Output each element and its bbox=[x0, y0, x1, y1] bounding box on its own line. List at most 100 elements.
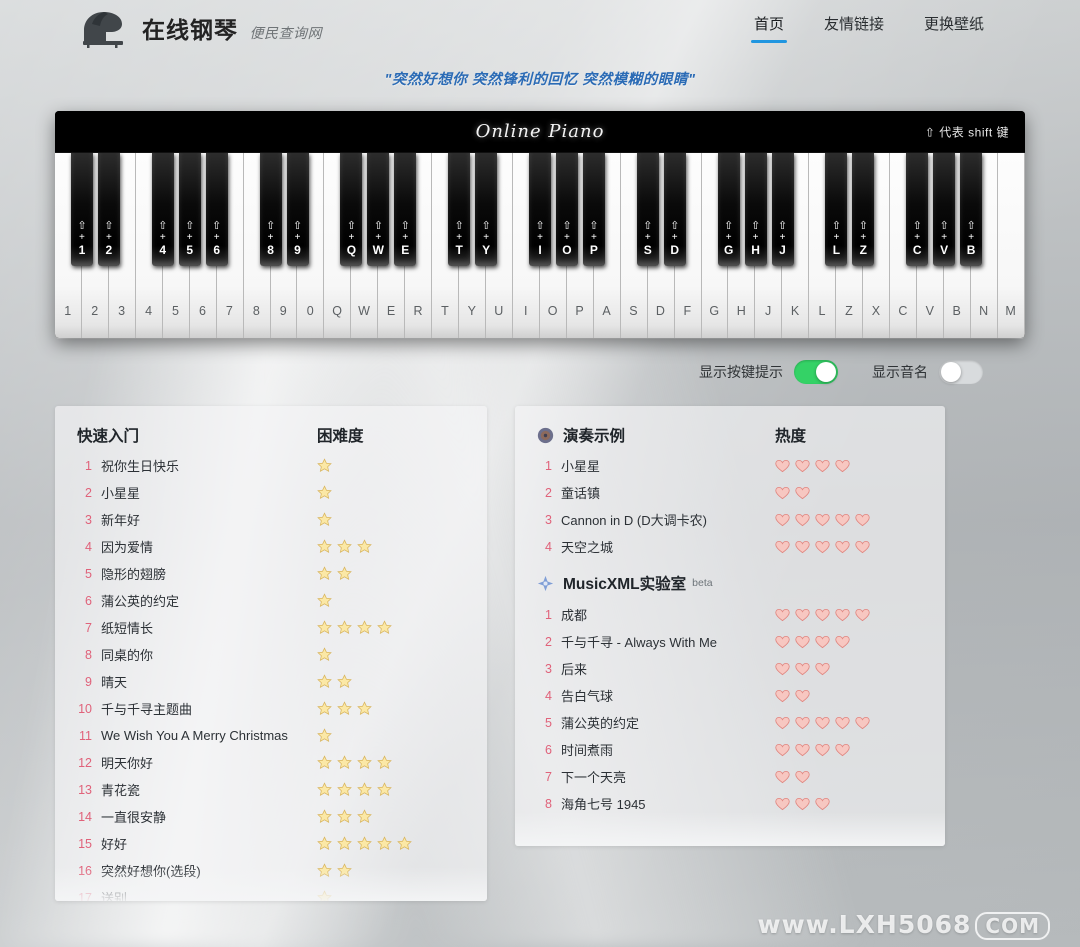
list-item-title[interactable]: 海角七号 1945 bbox=[561, 794, 646, 813]
list-item[interactable]: 12明天你好 bbox=[77, 749, 465, 776]
black-key-5[interactable]: ⇧+5 bbox=[179, 153, 201, 266]
toggle-note-names[interactable] bbox=[939, 360, 983, 384]
shift-arrow-icon: ⇧ bbox=[185, 221, 194, 232]
list-item-title[interactable]: 蒲公英的约定 bbox=[101, 591, 179, 610]
list-item[interactable]: 8同桌的你 bbox=[77, 641, 465, 668]
piano-keys[interactable]: 1234567890QWERTYUIOPASDFGHJKLZXCVBNM⇧+1⇧… bbox=[55, 153, 1025, 338]
list-item-title[interactable]: 明天你好 bbox=[101, 753, 153, 772]
list-item-title[interactable]: 小星星 bbox=[561, 456, 600, 475]
list-item[interactable]: 14一直很安静 bbox=[77, 803, 465, 830]
list-item[interactable]: 10千与千寻主题曲 bbox=[77, 695, 465, 722]
black-key-O[interactable]: ⇧+O bbox=[556, 153, 578, 266]
black-key-Q[interactable]: ⇧+Q bbox=[340, 153, 362, 266]
list-item[interactable]: 17送别 bbox=[77, 884, 465, 901]
black-key-E[interactable]: ⇧+E bbox=[394, 153, 416, 266]
list-item-title[interactable]: 同桌的你 bbox=[101, 645, 153, 664]
list-item[interactable]: 13青花瓷 bbox=[77, 776, 465, 803]
black-key-C[interactable]: ⇧+C bbox=[906, 153, 928, 266]
list-item[interactable]: 15好好 bbox=[77, 830, 465, 857]
list-item-title[interactable]: 成都 bbox=[561, 605, 587, 624]
nav-item-wallpaper[interactable]: 更换壁纸 bbox=[924, 13, 984, 43]
list-item[interactable]: 3Cannon in D (D大调卡农) bbox=[537, 506, 923, 533]
list-item[interactable]: 1成都 bbox=[537, 601, 923, 628]
white-key-M[interactable]: M bbox=[998, 153, 1025, 338]
piano-widget[interactable]: Online Piano ⇧ 代表 shift 键 1234567890QWER… bbox=[55, 111, 1025, 338]
list-item-title[interactable]: 晴天 bbox=[101, 672, 127, 691]
list-item-title[interactable]: 后来 bbox=[561, 659, 587, 678]
list-item[interactable]: 1祝你生日快乐 bbox=[77, 452, 465, 479]
list-item[interactable]: 4告白气球 bbox=[537, 682, 923, 709]
list-item[interactable]: 11We Wish You A Merry Christmas bbox=[77, 722, 465, 749]
list-item-title[interactable]: 一直很安静 bbox=[101, 807, 166, 826]
black-key-V[interactable]: ⇧+V bbox=[933, 153, 955, 266]
list-item[interactable]: 1小星星 bbox=[537, 452, 923, 479]
black-key-9[interactable]: ⇧+9 bbox=[287, 153, 309, 266]
heart-icon bbox=[775, 743, 790, 757]
list-item[interactable]: 3后来 bbox=[537, 655, 923, 682]
list-item-title[interactable]: 送别 bbox=[101, 888, 127, 901]
nav-item-links[interactable]: 友情链接 bbox=[824, 13, 884, 43]
list-item[interactable]: 5隐形的翅膀 bbox=[77, 560, 465, 587]
heart-icon bbox=[855, 513, 870, 527]
list-item-title[interactable]: 好好 bbox=[101, 834, 127, 853]
black-key-Z[interactable]: ⇧+Z bbox=[852, 153, 874, 266]
black-key-1[interactable]: ⇧+1 bbox=[71, 153, 93, 266]
quick-start-title: 快速入门 bbox=[77, 424, 139, 446]
list-item-title[interactable]: Cannon in D (D大调卡农) bbox=[561, 510, 707, 529]
list-item-title[interactable]: 隐形的翅膀 bbox=[101, 564, 166, 583]
brand-block[interactable]: 在线钢琴 便民查询网 bbox=[26, 8, 322, 48]
list-item[interactable]: 4天空之城 bbox=[537, 533, 923, 560]
list-item-title[interactable]: 告白气球 bbox=[561, 686, 613, 705]
black-key-S[interactable]: ⇧+S bbox=[637, 153, 659, 266]
black-key-P[interactable]: ⇧+P bbox=[583, 153, 605, 266]
list-item-title[interactable]: 因为爱情 bbox=[101, 537, 153, 556]
list-item[interactable]: 16突然好想你(选段) bbox=[77, 857, 465, 884]
heart-icon bbox=[775, 486, 790, 500]
list-item[interactable]: 5蒲公英的约定 bbox=[537, 709, 923, 736]
list-item-title[interactable]: 新年好 bbox=[101, 510, 140, 529]
black-key-L[interactable]: ⇧+L bbox=[825, 153, 847, 266]
black-key-D[interactable]: ⇧+D bbox=[664, 153, 686, 266]
difficulty-rating bbox=[317, 485, 465, 500]
list-item[interactable]: 6时间煮雨 bbox=[537, 736, 923, 763]
list-item-title[interactable]: 下一个天亮 bbox=[561, 767, 626, 786]
list-item[interactable]: 3新年好 bbox=[77, 506, 465, 533]
list-item-title[interactable]: We Wish You A Merry Christmas bbox=[101, 728, 288, 743]
black-key-H[interactable]: ⇧+H bbox=[745, 153, 767, 266]
list-item-title[interactable]: 纸短情长 bbox=[101, 618, 153, 637]
list-item[interactable]: 8海角七号 1945 bbox=[537, 790, 923, 817]
black-key-8[interactable]: ⇧+8 bbox=[260, 153, 282, 266]
black-key-6[interactable]: ⇧+6 bbox=[206, 153, 228, 266]
list-item[interactable]: 6蒲公英的约定 bbox=[77, 587, 465, 614]
black-key-W[interactable]: ⇧+W bbox=[367, 153, 389, 266]
black-key-J[interactable]: ⇧+J bbox=[772, 153, 794, 266]
black-key-T[interactable]: ⇧+T bbox=[448, 153, 470, 266]
list-item-title[interactable]: 突然好想你(选段) bbox=[101, 861, 201, 880]
list-item[interactable]: 7下一个天亮 bbox=[537, 763, 923, 790]
list-item-title[interactable]: 千与千寻 - Always With Me bbox=[561, 632, 717, 651]
black-key-B[interactable]: ⇧+B bbox=[960, 153, 982, 266]
list-item[interactable]: 4因为爱情 bbox=[77, 533, 465, 560]
list-item[interactable]: 9晴天 bbox=[77, 668, 465, 695]
shift-arrow-icon: ⇧ bbox=[670, 221, 679, 232]
list-item[interactable]: 7纸短情长 bbox=[77, 614, 465, 641]
list-item-title[interactable]: 天空之城 bbox=[561, 537, 613, 556]
list-item-title[interactable]: 蒲公英的约定 bbox=[561, 713, 639, 732]
black-key-2[interactable]: ⇧+2 bbox=[98, 153, 120, 266]
toggle-key-hints[interactable] bbox=[794, 360, 838, 384]
black-key-G[interactable]: ⇧+G bbox=[718, 153, 740, 266]
list-item-title[interactable]: 时间煮雨 bbox=[561, 740, 613, 759]
list-item-index: 16 bbox=[77, 864, 101, 878]
black-key-4[interactable]: ⇧+4 bbox=[152, 153, 174, 266]
black-key-Y[interactable]: ⇧+Y bbox=[475, 153, 497, 266]
nav-item-home[interactable]: 首页 bbox=[754, 13, 784, 43]
list-item-title[interactable]: 祝你生日快乐 bbox=[101, 456, 179, 475]
list-item-title[interactable]: 小星星 bbox=[101, 483, 140, 502]
list-item[interactable]: 2小星星 bbox=[77, 479, 465, 506]
list-item-title[interactable]: 千与千寻主题曲 bbox=[101, 699, 192, 718]
list-item-title[interactable]: 童话镇 bbox=[561, 483, 600, 502]
list-item[interactable]: 2童话镇 bbox=[537, 479, 923, 506]
black-key-I[interactable]: ⇧+I bbox=[529, 153, 551, 266]
list-item-title[interactable]: 青花瓷 bbox=[101, 780, 140, 799]
list-item[interactable]: 2千与千寻 - Always With Me bbox=[537, 628, 923, 655]
